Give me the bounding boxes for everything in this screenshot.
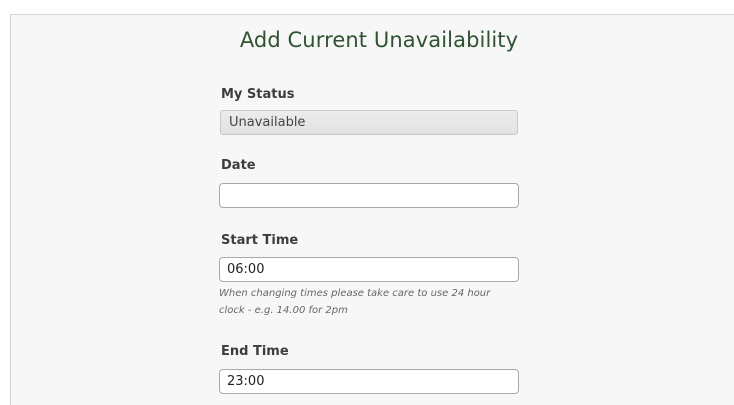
end-time-label: End Time xyxy=(221,344,289,359)
start-time-input[interactable] xyxy=(219,257,519,282)
form-panel: Add Current Unavailability My Status Una… xyxy=(10,14,734,405)
status-field: Unavailable xyxy=(220,110,518,135)
start-time-label: Start Time xyxy=(221,233,299,248)
status-label: My Status xyxy=(221,87,295,102)
time-help-text: When changing times please take care to … xyxy=(219,288,491,316)
end-time-input[interactable] xyxy=(219,369,519,394)
date-label: Date xyxy=(221,158,256,173)
page-title: Add Current Unavailability xyxy=(239,28,519,52)
date-input[interactable] xyxy=(219,183,519,208)
